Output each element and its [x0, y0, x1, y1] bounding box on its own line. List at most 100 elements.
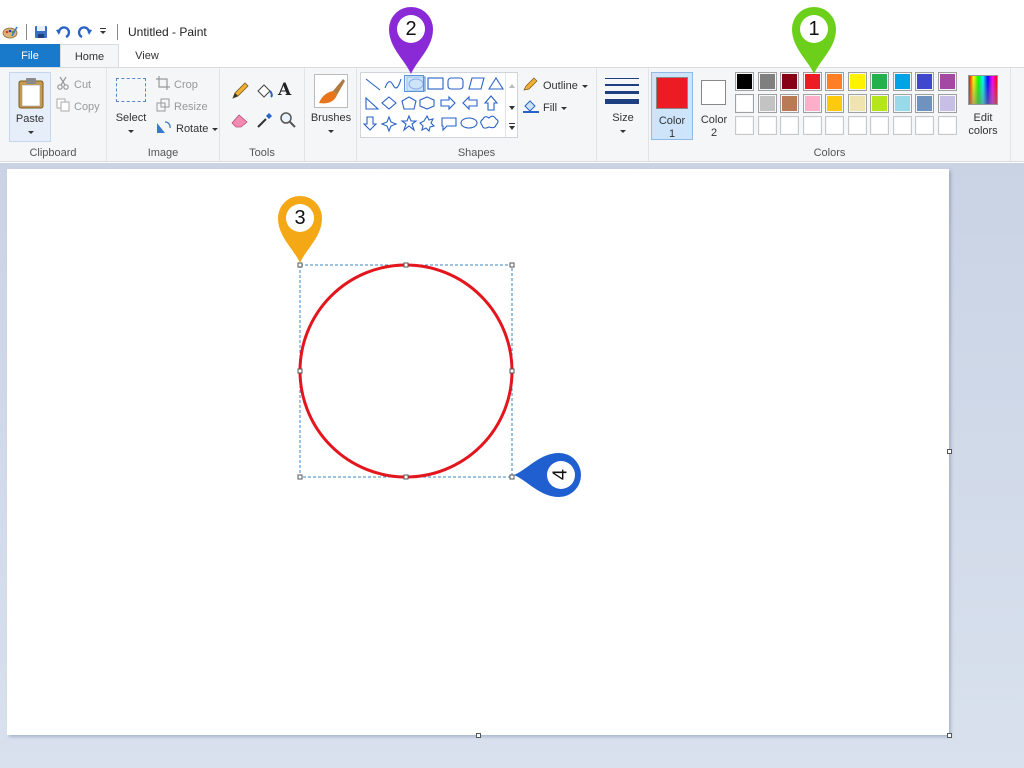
edit-colors-label-2: colors: [968, 125, 998, 137]
color-swatch-fill: [759, 96, 775, 111]
brush-icon: [314, 74, 348, 108]
outline-dropdown-icon: [581, 80, 588, 92]
color2-button[interactable]: Color 2: [695, 72, 733, 140]
color-swatch[interactable]: [802, 116, 822, 135]
color-swatch-fill: [737, 118, 752, 133]
select-button[interactable]: Select: [113, 74, 149, 140]
color-swatch[interactable]: [735, 94, 754, 113]
colors-group: Color 1 Color 2 Edit colors Colors: [649, 68, 1011, 161]
color-swatch-fill: [917, 96, 932, 111]
customize-qat-dropdown-icon[interactable]: [99, 26, 107, 39]
color-swatch-fill: [737, 96, 752, 111]
color1-swatch: [656, 77, 688, 109]
color-swatch[interactable]: [825, 116, 844, 135]
outline-pencil-icon: [523, 77, 539, 94]
color1-number: 1: [668, 128, 676, 140]
cut-label: Cut: [74, 78, 92, 91]
tools-group: A Tools: [220, 68, 305, 161]
undo-icon[interactable]: [55, 24, 71, 40]
color-swatch-fill: [872, 118, 887, 133]
color-swatch[interactable]: [735, 72, 754, 91]
fill-button[interactable]: Fill: [523, 99, 568, 116]
color-swatch[interactable]: [802, 94, 822, 113]
color-swatch-fill: [737, 74, 752, 89]
crop-button[interactable]: Crop: [156, 76, 198, 93]
tools-group-label: Tools: [249, 147, 275, 159]
resize-button[interactable]: Resize: [156, 98, 208, 115]
copy-button[interactable]: Copy: [56, 98, 100, 115]
tab-file[interactable]: File: [0, 44, 60, 68]
color-swatch[interactable]: [825, 94, 844, 113]
scroll-up-icon[interactable]: [509, 79, 515, 91]
outline-button[interactable]: Outline: [523, 77, 588, 94]
eraser-icon[interactable]: [231, 112, 249, 131]
color-swatch[interactable]: [757, 94, 777, 113]
cut-button[interactable]: Cut: [56, 76, 91, 93]
color-swatch[interactable]: [892, 116, 912, 135]
color-swatch[interactable]: [757, 72, 777, 91]
paint-app-icon[interactable]: [2, 24, 18, 40]
redo-icon[interactable]: [77, 24, 93, 40]
color-swatch[interactable]: [915, 116, 934, 135]
color-swatch-fill: [894, 96, 910, 111]
text-icon[interactable]: A: [278, 80, 291, 100]
color-swatch[interactable]: [847, 116, 867, 135]
callout-pin-4: 4: [512, 450, 586, 503]
tab-home[interactable]: Home: [60, 44, 119, 68]
color-swatch-fill: [782, 118, 797, 133]
scroll-down-icon[interactable]: [509, 101, 515, 113]
size-label: Size: [612, 112, 634, 124]
size-button[interactable]: Size: [601, 72, 645, 142]
brushes-button[interactable]: Brushes: [308, 72, 354, 142]
color-swatch[interactable]: [735, 116, 754, 135]
paste-button[interactable]: Paste: [9, 72, 51, 142]
color-swatch[interactable]: [847, 94, 867, 113]
color1-button[interactable]: Color 1: [651, 72, 693, 140]
color-swatch[interactable]: [847, 72, 867, 91]
clipboard-group-label: Clipboard: [29, 147, 77, 159]
color-swatch-fill: [782, 96, 797, 111]
color-swatch[interactable]: [870, 72, 889, 91]
canvas-resize-handle-bottom[interactable]: [476, 733, 481, 738]
color-swatch[interactable]: [937, 94, 957, 113]
drawing-canvas[interactable]: [7, 169, 949, 735]
color-swatch-fill: [849, 96, 865, 111]
shapes-group-label: Shapes: [457, 147, 496, 159]
color-swatch-fill: [894, 118, 910, 133]
outline-label: Outline: [543, 79, 578, 92]
shapes-scrollbar[interactable]: [505, 73, 517, 137]
magnifier-icon[interactable]: [279, 111, 297, 132]
resize-label: Resize: [174, 100, 208, 113]
color-picker-icon[interactable]: [256, 111, 274, 132]
color-swatch[interactable]: [780, 94, 799, 113]
callout-pin-3: 3: [276, 193, 324, 268]
tab-view[interactable]: View: [119, 44, 175, 68]
canvas-resize-handle-corner[interactable]: [947, 733, 952, 738]
fill-bucket-icon[interactable]: [254, 81, 274, 104]
save-icon[interactable]: [33, 24, 49, 40]
gallery-expand-icon[interactable]: [509, 121, 515, 133]
color-swatch[interactable]: [937, 116, 957, 135]
color-swatch[interactable]: [915, 72, 934, 91]
color-swatch-fill: [804, 118, 820, 133]
crop-icon: [156, 76, 170, 93]
paste-label: Paste: [15, 113, 45, 125]
rotate-button[interactable]: Rotate: [156, 120, 219, 137]
color-swatch[interactable]: [937, 72, 957, 91]
color-swatch[interactable]: [915, 94, 934, 113]
color-swatch[interactable]: [870, 94, 889, 113]
quick-access-toolbar: Untitled - Paint: [2, 22, 207, 42]
edit-colors-button[interactable]: Edit colors: [965, 72, 1001, 140]
color-swatch[interactable]: [870, 116, 889, 135]
copy-icon: [56, 98, 70, 115]
color-swatch[interactable]: [757, 116, 777, 135]
canvas-resize-handle-right[interactable]: [947, 449, 952, 454]
color-swatch[interactable]: [892, 94, 912, 113]
pencil-icon[interactable]: [231, 82, 249, 103]
color-swatch[interactable]: [780, 116, 799, 135]
color-swatch[interactable]: [892, 72, 912, 91]
color-swatch-fill: [939, 74, 955, 89]
size-group: Size: [597, 68, 649, 161]
color-swatch-fill: [827, 118, 842, 133]
colors-group-label: Colors: [813, 147, 846, 159]
